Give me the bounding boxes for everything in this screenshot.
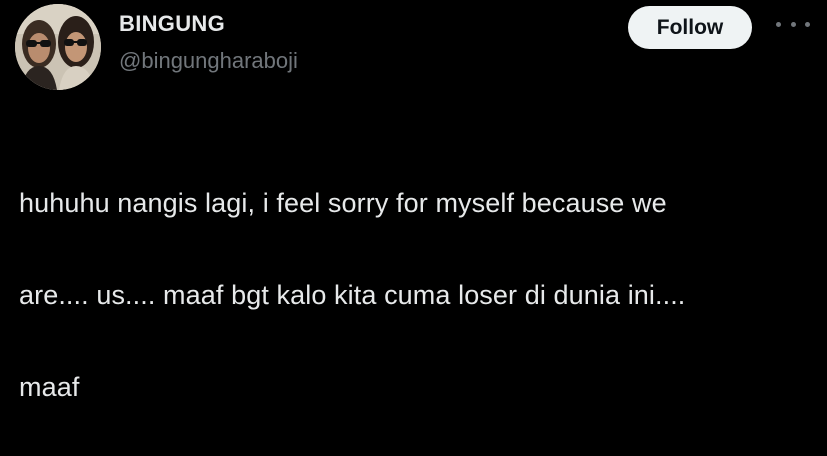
more-options-icon[interactable] — [776, 14, 810, 34]
avatar-photo-icon — [15, 4, 101, 90]
user-handle[interactable]: @bingungharaboji — [119, 47, 298, 75]
more-dot — [805, 21, 810, 27]
tweet-card: BINGUNG @bingungharaboji Follow huhuhu n… — [0, 0, 827, 402]
display-name[interactable]: BINGUNG — [119, 10, 298, 38]
follow-button[interactable]: Follow — [628, 6, 752, 49]
more-dot — [776, 21, 781, 27]
tweet-text-line: are.... us.... maaf bgt kalo kita cuma l… — [19, 280, 686, 310]
tweet-text-line: maaf — [19, 372, 80, 402]
author-info: BINGUNG @bingungharaboji — [119, 10, 298, 75]
avatar[interactable] — [15, 4, 101, 90]
more-dot — [790, 21, 796, 27]
tweet-text: huhuhu nangis lagi, i feel sorry for mys… — [19, 134, 809, 456]
tweet-text-line: huhuhu nangis lagi, i feel sorry for mys… — [19, 188, 667, 218]
